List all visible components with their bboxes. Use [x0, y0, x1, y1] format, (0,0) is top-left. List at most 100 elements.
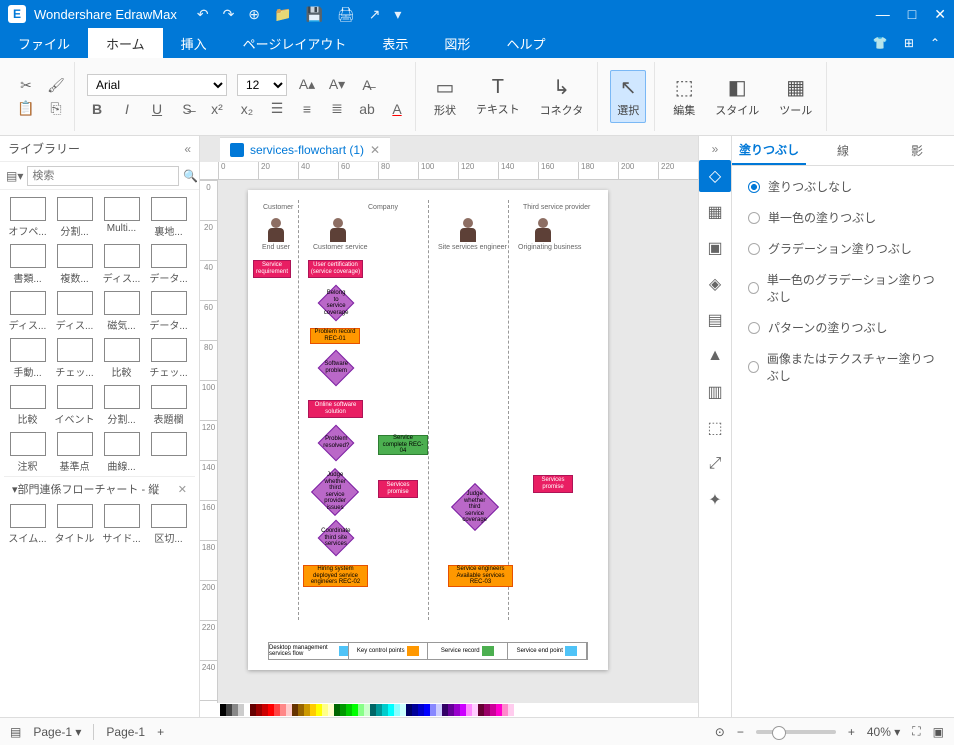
- export-icon[interactable]: ↗: [369, 6, 381, 23]
- shape-cell[interactable]: 表題欄: [145, 382, 192, 429]
- italic-icon[interactable]: I: [117, 101, 137, 117]
- fill-option[interactable]: 塗りつぶしなし: [748, 178, 938, 195]
- node-promise2[interactable]: Services promise: [533, 475, 573, 493]
- zoom-value[interactable]: 40% ▾: [867, 725, 900, 739]
- zoom-out-icon[interactable]: −: [737, 725, 744, 739]
- node-hiring[interactable]: Hiring system deployed service engineers…: [303, 565, 368, 587]
- props-tab-shadow[interactable]: 影: [880, 136, 954, 165]
- node-promise1[interactable]: Services promise: [378, 480, 418, 498]
- fill-option[interactable]: 単一色のグラデーション塗りつぶし: [748, 271, 938, 305]
- menu-insert[interactable]: 挿入: [163, 28, 225, 58]
- shape-cell[interactable]: チェッ...: [145, 335, 192, 382]
- node-avail[interactable]: Service engineers Available services REC…: [448, 565, 513, 587]
- shape-cell[interactable]: 曲線...: [98, 429, 145, 476]
- strike-icon[interactable]: S̶: [177, 101, 197, 117]
- close-button[interactable]: ✕: [934, 6, 946, 23]
- cut-icon[interactable]: ✂: [16, 77, 36, 94]
- copy-icon[interactable]: ⎘: [46, 100, 66, 117]
- shape-cell[interactable]: ディス...: [51, 288, 98, 335]
- nav-grid-icon[interactable]: ▦: [699, 196, 731, 228]
- minimize-button[interactable]: —: [876, 6, 890, 23]
- zoom-in-icon[interactable]: +: [848, 725, 855, 739]
- nav-image-icon[interactable]: ▣: [699, 232, 731, 264]
- connector-button[interactable]: ↳コネクタ: [534, 71, 590, 122]
- tool-button[interactable]: ▦ツール: [773, 71, 818, 122]
- maximize-button[interactable]: □: [908, 6, 916, 23]
- shape-cell[interactable]: オフペ...: [4, 194, 51, 241]
- fit-page-icon[interactable]: ⛶: [912, 724, 920, 739]
- page[interactable]: Customer Company Third service provider …: [248, 190, 608, 670]
- edit-button[interactable]: ⬚編集: [667, 71, 701, 122]
- format-painter-icon[interactable]: 🖌: [46, 77, 66, 94]
- font-name-select[interactable]: Arial: [87, 74, 227, 96]
- theme-icon[interactable]: 👕: [873, 36, 888, 50]
- shape-cell[interactable]: サイド...: [98, 501, 145, 548]
- node-judge1[interactable]: Judge whether third service provider iss…: [311, 468, 359, 516]
- shape-cell[interactable]: 手動...: [4, 335, 51, 382]
- nav-layers-icon[interactable]: ◈: [699, 268, 731, 300]
- menu-file[interactable]: ファイル: [0, 28, 88, 58]
- library-section-header[interactable]: ▾ 部門連係フローチャート - 縦 ✕: [4, 476, 195, 501]
- save-icon[interactable]: 💾: [305, 6, 322, 23]
- fill-option[interactable]: 単一色の塗りつぶし: [748, 209, 938, 226]
- text-direction-icon[interactable]: ab: [357, 101, 377, 117]
- nav-chart-icon[interactable]: ▲: [699, 340, 731, 372]
- clear-format-icon[interactable]: A̶: [357, 77, 377, 93]
- underline-icon[interactable]: U: [147, 101, 167, 117]
- node-user-cert[interactable]: User certification (service coverage): [308, 260, 363, 278]
- shape-cell[interactable]: ディス...: [98, 241, 145, 288]
- nav-fill-icon[interactable]: ◇: [699, 160, 731, 192]
- expand-right-icon[interactable]: »: [712, 142, 719, 156]
- redo-icon[interactable]: ↷: [223, 6, 235, 23]
- fill-option[interactable]: グラデーション塗りつぶし: [748, 240, 938, 257]
- line-spacing-icon[interactable]: ≡: [297, 101, 317, 117]
- shape-cell[interactable]: [145, 429, 192, 476]
- bold-icon[interactable]: B: [87, 101, 107, 117]
- align-icon[interactable]: ≣: [327, 100, 347, 117]
- color-strip[interactable]: [200, 703, 698, 717]
- nav-size-icon[interactable]: ⤢: [699, 448, 731, 480]
- node-online[interactable]: Online software solution: [308, 400, 363, 418]
- bullets-icon[interactable]: ☰: [267, 100, 287, 117]
- font-size-select[interactable]: 12: [237, 74, 287, 96]
- nav-page-icon[interactable]: ▤: [699, 304, 731, 336]
- node-software[interactable]: Software problem: [318, 350, 355, 387]
- shape-cell[interactable]: 比較: [4, 382, 51, 429]
- apps-icon[interactable]: ⊞: [904, 36, 914, 50]
- text-button[interactable]: Tテキスト: [470, 72, 526, 121]
- shape-cell[interactable]: データ...: [145, 241, 192, 288]
- doc-tab-close-icon[interactable]: ✕: [370, 143, 380, 157]
- shape-cell[interactable]: データ...: [145, 288, 192, 335]
- font-color-icon[interactable]: A: [387, 101, 407, 117]
- library-search-input[interactable]: [27, 166, 179, 186]
- subscript-icon[interactable]: x₂: [237, 101, 257, 117]
- props-tab-line[interactable]: 線: [806, 136, 880, 165]
- page-tab[interactable]: Page-1: [106, 725, 145, 739]
- shape-cell[interactable]: 比較: [98, 335, 145, 382]
- nav-align-icon[interactable]: ⬚: [699, 412, 731, 444]
- shape-cell[interactable]: タイトル: [51, 501, 98, 548]
- shape-cell[interactable]: スイム...: [4, 501, 51, 548]
- undo-icon[interactable]: ↶: [197, 6, 209, 23]
- decrease-font-icon[interactable]: A▾: [327, 76, 347, 93]
- shape-cell[interactable]: 注釈: [4, 429, 51, 476]
- paste-icon[interactable]: 📋: [16, 100, 36, 117]
- qat-dropdown-icon[interactable]: ▾: [394, 6, 401, 23]
- shape-cell[interactable]: 分割...: [51, 194, 98, 241]
- add-page-icon[interactable]: +: [157, 725, 164, 739]
- menu-help[interactable]: ヘルプ: [488, 28, 563, 58]
- style-button[interactable]: ◧スタイル: [709, 71, 765, 122]
- fill-option[interactable]: 画像またはテクスチャー塗りつぶし: [748, 350, 938, 384]
- collapse-ribbon-icon[interactable]: ⌃: [930, 36, 940, 50]
- open-icon[interactable]: 📁: [274, 6, 291, 23]
- props-tab-fill[interactable]: 塗りつぶし: [732, 136, 806, 165]
- new-icon[interactable]: ⊕: [248, 6, 260, 23]
- shape-cell[interactable]: 複数...: [51, 241, 98, 288]
- search-icon[interactable]: 🔍: [183, 169, 198, 183]
- node-problem-rec[interactable]: Problem record REC-01: [310, 328, 360, 344]
- print-icon[interactable]: 🖨: [337, 6, 355, 23]
- shape-cell[interactable]: 基準点: [51, 429, 98, 476]
- fill-option[interactable]: パターンの塗りつぶし: [748, 319, 938, 336]
- fullscreen-icon[interactable]: ▣: [933, 725, 944, 739]
- node-coord[interactable]: Coordinate third site services: [318, 520, 355, 557]
